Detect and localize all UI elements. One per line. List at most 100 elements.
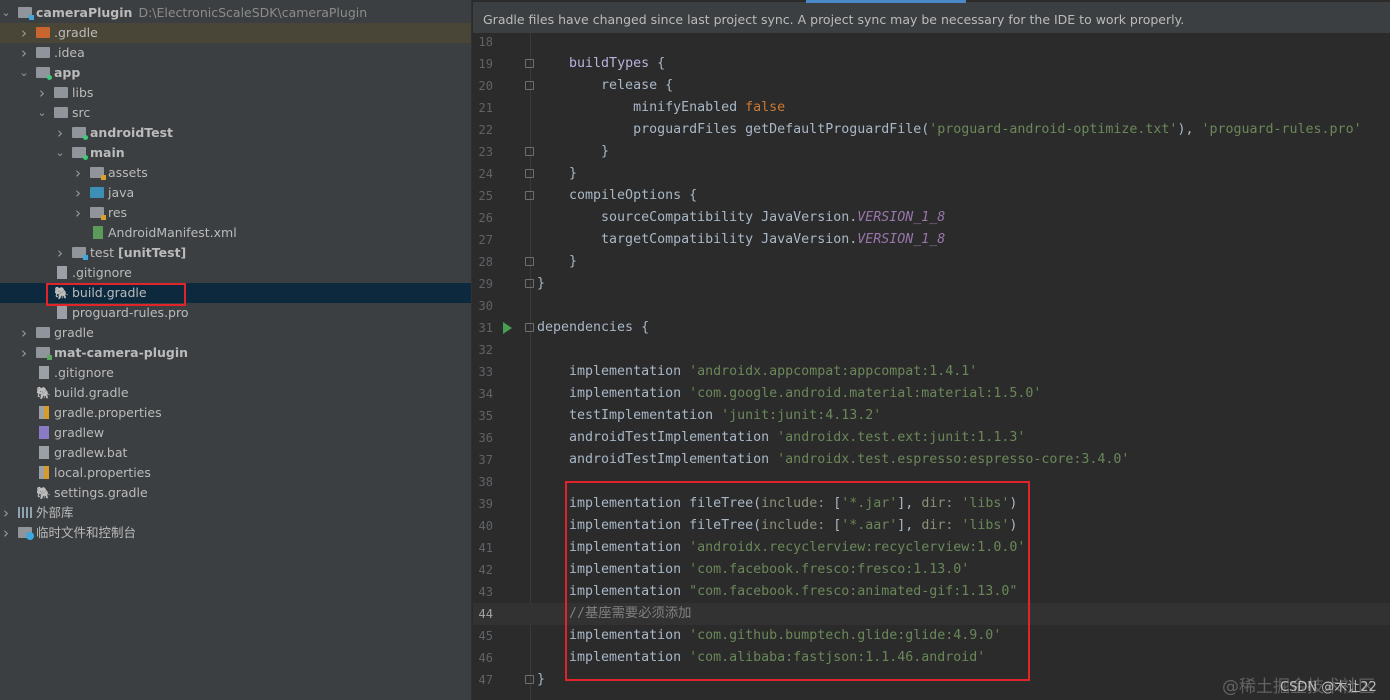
fold-marker-icon[interactable] [525, 191, 534, 200]
chevron-right-icon[interactable]: › [54, 123, 66, 143]
code-line[interactable]: 28 } [473, 251, 1390, 273]
code-line[interactable]: 37 androidTestImplementation 'androidx.t… [473, 449, 1390, 471]
chevron-right-icon[interactable]: › [18, 323, 30, 343]
code-line[interactable]: 24 } [473, 163, 1390, 185]
manifest-file-icon [93, 226, 103, 239]
code-line[interactable]: 31dependencies { [473, 317, 1390, 339]
tree-item[interactable]: ⌄src [0, 103, 472, 123]
chevron-right-icon[interactable]: › [72, 203, 84, 223]
tree-item[interactable]: ›外部库 [0, 503, 472, 523]
tree-item-text: proguard-rules.pro [72, 303, 189, 323]
tree-item[interactable]: local.properties [0, 463, 472, 483]
chevron-right-icon[interactable]: › [18, 43, 30, 63]
resource-folder-icon [90, 167, 104, 178]
chevron-down-icon[interactable]: ⌄ [54, 143, 66, 163]
folder-orange-icon [36, 27, 50, 38]
tree-item[interactable]: ›.gradle [0, 23, 472, 43]
tree-item[interactable]: › mat-camera-plugin [0, 343, 472, 363]
tree-item[interactable]: › java [0, 183, 472, 203]
fold-marker-icon[interactable] [525, 169, 534, 178]
folder-icon [36, 47, 50, 58]
line-number: 29 [473, 273, 493, 295]
tree-item-label: local.properties [54, 465, 151, 480]
tree-item-text: mat-camera-plugin [54, 343, 188, 363]
code-line[interactable]: 33 implementation 'androidx.appcompat:ap… [473, 361, 1390, 383]
tree-item-label: AndroidManifest.xml [108, 225, 237, 240]
tree-item[interactable]: gradlew.bat [0, 443, 472, 463]
code-line[interactable]: 23 } [473, 141, 1390, 163]
tree-item[interactable]: 🐘settings.gradle [0, 483, 472, 503]
fold-marker-icon[interactable] [525, 675, 534, 684]
tree-item[interactable]: › 临时文件和控制台 [0, 523, 472, 543]
fold-marker-icon[interactable] [525, 279, 534, 288]
code-line[interactable]: 19 buildTypes { [473, 53, 1390, 75]
code-token: minifyEnabled [537, 100, 745, 115]
code-editor[interactable]: 1819 buildTypes {20 release {21 minifyEn… [473, 31, 1390, 700]
tree-item[interactable]: ›test[unitTest] [0, 243, 472, 263]
tree-item[interactable]: ›androidTest [0, 123, 472, 143]
tree-item[interactable]: ›gradle [0, 323, 472, 343]
tree-item[interactable]: ⌄cameraPluginD:\ElectronicScaleSDK\camer… [0, 3, 472, 23]
line-number: 18 [473, 31, 493, 53]
tree-scrollbar[interactable] [471, 0, 472, 700]
fold-marker-icon[interactable] [525, 147, 534, 156]
tree-item[interactable]: ›assets [0, 163, 472, 183]
tree-item-label: cameraPlugin [36, 5, 132, 20]
code-token: dependencies { [537, 320, 649, 335]
code-text: minifyEnabled false [537, 97, 785, 119]
tree-item[interactable]: ⌄main [0, 143, 472, 163]
code-line[interactable]: 32 [473, 339, 1390, 361]
tree-item[interactable]: ›.idea [0, 43, 472, 63]
fold-marker-icon[interactable] [525, 59, 534, 68]
code-line[interactable]: 29} [473, 273, 1390, 295]
tree-item[interactable]: AndroidManifest.xml [0, 223, 472, 243]
tree-item[interactable]: ⌄app [0, 63, 472, 83]
code-token: 'com.google.android.material:material:1.… [689, 386, 1041, 401]
chevron-right-icon[interactable]: › [0, 503, 12, 523]
code-line[interactable]: 25 compileOptions { [473, 185, 1390, 207]
chevron-down-icon[interactable]: ⌄ [36, 103, 48, 123]
fold-marker-icon[interactable] [525, 81, 534, 90]
module-folder-green-icon [72, 147, 86, 158]
code-line[interactable]: 21 minifyEnabled false [473, 97, 1390, 119]
tree-item[interactable]: 🐘build.gradle [0, 383, 472, 403]
tree-item-label: settings.gradle [54, 485, 148, 500]
tree-item-text: local.properties [54, 463, 151, 483]
code-token: implementation [537, 386, 689, 401]
chevron-right-icon[interactable]: › [0, 523, 12, 543]
chevron-right-icon[interactable]: › [54, 243, 66, 263]
tree-item-text: java [108, 183, 134, 203]
chevron-right-icon[interactable]: › [18, 23, 30, 43]
code-token: } [537, 672, 545, 687]
chevron-down-icon[interactable]: ⌄ [0, 3, 12, 23]
chevron-right-icon[interactable]: › [36, 83, 48, 103]
chevron-down-icon[interactable]: ⌄ [18, 63, 30, 83]
code-line[interactable]: 20 release { [473, 75, 1390, 97]
tree-item[interactable]: ›res [0, 203, 472, 223]
line-number: 40 [473, 515, 493, 537]
code-token: targetCompatibility JavaVersion. [537, 232, 857, 247]
tree-item[interactable]: .gitignore [0, 363, 472, 383]
tree-item[interactable]: proguard-rules.pro [0, 303, 472, 323]
code-line[interactable]: 34 implementation 'com.google.android.ma… [473, 383, 1390, 405]
tree-item-label: 临时文件和控制台 [36, 525, 136, 540]
code-line[interactable]: 27 targetCompatibility JavaVersion.VERSI… [473, 229, 1390, 251]
chevron-right-icon[interactable]: › [72, 163, 84, 183]
code-line[interactable]: 35 testImplementation 'junit:junit:4.13.… [473, 405, 1390, 427]
code-line[interactable]: 36 androidTestImplementation 'androidx.t… [473, 427, 1390, 449]
tree-item[interactable]: ›libs [0, 83, 472, 103]
run-gutter-icon[interactable] [503, 322, 512, 334]
code-line[interactable]: 26 sourceCompatibility JavaVersion.VERSI… [473, 207, 1390, 229]
tree-item[interactable]: gradle.properties [0, 403, 472, 423]
chevron-right-icon[interactable]: › [72, 183, 84, 203]
tree-item[interactable]: gradlew [0, 423, 472, 443]
chevron-right-icon[interactable]: › [18, 343, 30, 363]
fold-marker-icon[interactable] [525, 257, 534, 266]
code-line[interactable]: 30 [473, 295, 1390, 317]
line-number: 25 [473, 185, 493, 207]
tree-item[interactable]: .gitignore [0, 263, 472, 283]
code-text: } [537, 141, 609, 163]
code-line[interactable]: 22 proguardFiles getDefaultProguardFile(… [473, 119, 1390, 141]
fold-marker-icon[interactable] [525, 323, 534, 332]
code-line[interactable]: 18 [473, 31, 1390, 53]
